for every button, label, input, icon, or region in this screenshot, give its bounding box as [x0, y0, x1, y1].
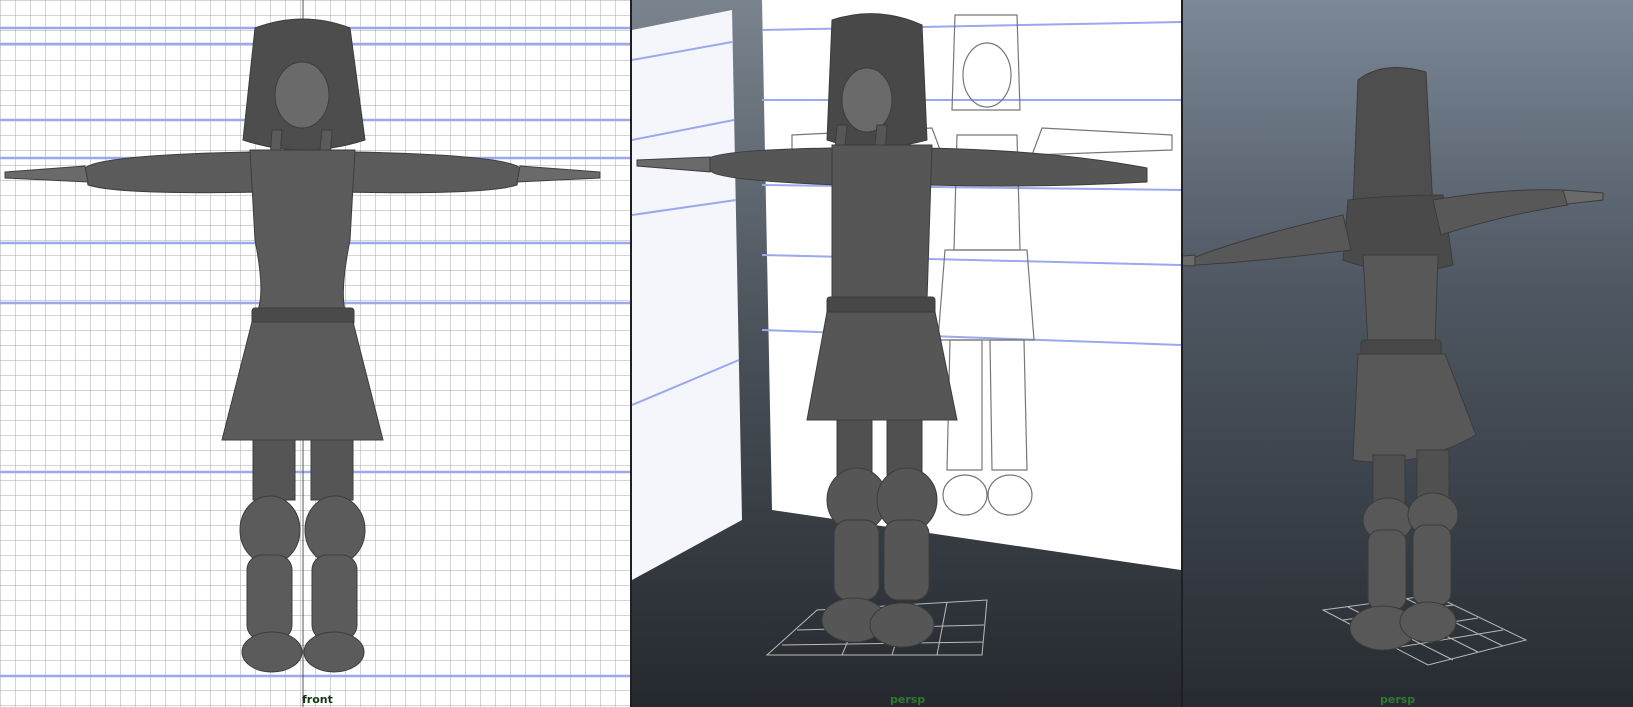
- persp2-character-model[interactable]: [1183, 67, 1604, 651]
- persp1-camera-label: persp: [890, 693, 926, 706]
- side-image-plane: [632, 10, 742, 580]
- persp-viewport-2[interactable]: persp: [1183, 0, 1633, 707]
- persp-viewport-1-canvas[interactable]: [632, 0, 1181, 707]
- back-image-plane: [762, 0, 1181, 570]
- persp-viewport-2-canvas[interactable]: [1183, 0, 1633, 707]
- viewport-layout: front persp persp: [0, 0, 1633, 707]
- persp-viewport-1[interactable]: persp: [632, 0, 1181, 707]
- front-viewport[interactable]: front: [0, 0, 630, 707]
- persp2-camera-label: persp: [1380, 693, 1416, 706]
- front-camera-label: front: [302, 693, 333, 706]
- front-viewport-canvas[interactable]: [0, 0, 630, 707]
